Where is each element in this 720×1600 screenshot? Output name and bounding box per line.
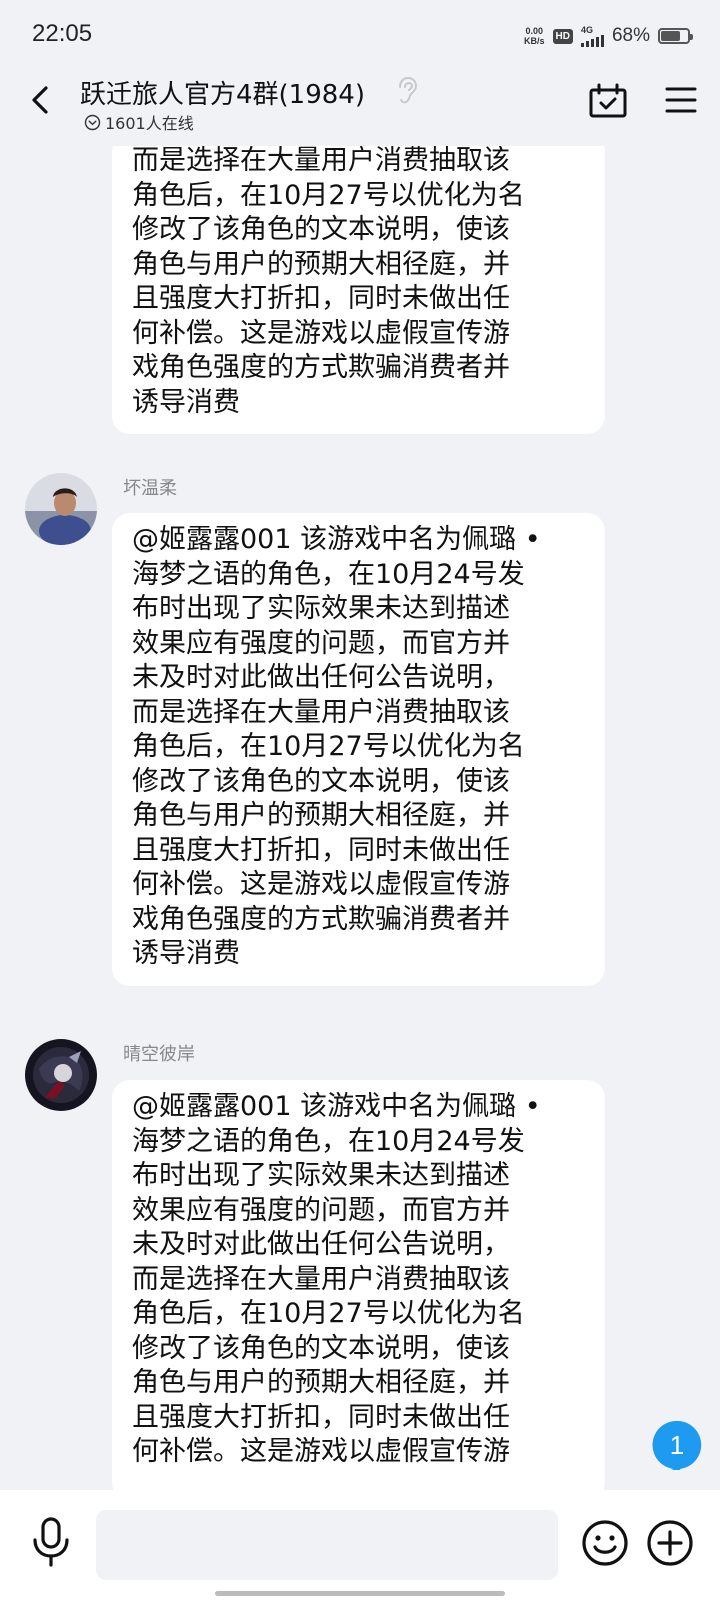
plus-icon — [647, 1520, 693, 1566]
online-text: 1601人在线 — [105, 114, 194, 133]
emoji-button[interactable] — [580, 1518, 630, 1568]
menu-button[interactable] — [664, 84, 698, 116]
battery-percent: 68% — [611, 25, 650, 46]
message-bubble[interactable]: @姬露露001 该游戏中名为佩璐 • 海梦之语的角色，在10月24号发 布时出现… — [112, 513, 605, 986]
avatar[interactable] — [25, 1039, 97, 1111]
unread-badge[interactable]: 1 — [652, 1420, 702, 1473]
unread-count: 1 — [669, 1430, 685, 1460]
chat-header: 跃迁旅人官方4群(1984) 1601人在线 — [0, 70, 720, 146]
hd-icon: HD — [552, 28, 573, 44]
signal-icon: 4G — [580, 24, 604, 47]
more-button[interactable] — [645, 1518, 695, 1568]
voice-button[interactable] — [28, 1516, 74, 1568]
network-speed-unit: KB/s — [524, 36, 545, 46]
check-in-button[interactable] — [588, 82, 628, 120]
status-icons: 0.00 KB/s HD 4G 68% — [524, 22, 693, 50]
user-avatar-image — [25, 473, 97, 545]
home-indicator[interactable] — [215, 1591, 505, 1596]
menu-icon — [665, 87, 697, 113]
sender-name: 晴空彼岸 — [123, 1044, 195, 1065]
battery-icon — [658, 28, 693, 44]
user-avatar-image — [25, 1039, 97, 1111]
message-input[interactable] — [96, 1510, 558, 1580]
message-bubble[interactable]: @姬露露001 该游戏中名为佩璐 • 海梦之语的角色，在10月24号发 布时出现… — [112, 1080, 605, 1490]
message-bubble[interactable]: 而是选择在大量用户消费抽取该 角色后，在10月27号以优化为名 修改了该角色的文… — [112, 146, 605, 434]
online-indicator-icon — [84, 114, 101, 130]
status-bar: 22:05 0.00 KB/s HD 4G 68% — [0, 0, 720, 70]
network-type: 4G — [580, 24, 593, 35]
calendar-check-icon — [589, 83, 627, 118]
microphone-icon — [33, 1517, 69, 1567]
back-button[interactable] — [22, 80, 62, 120]
input-bar — [0, 1490, 720, 1600]
back-arrow-icon — [32, 86, 48, 114]
sender-name: 坏温柔 — [123, 478, 177, 499]
online-count: 1601人在线 — [84, 110, 194, 134]
message-list[interactable]: 而是选择在大量用户消费抽取该 角色后，在10月27号以优化为名 修改了该角色的文… — [0, 146, 720, 1490]
status-time: 22:05 — [32, 20, 93, 47]
group-title[interactable]: 跃迁旅人官方4群(1984) — [80, 74, 365, 111]
ear-icon[interactable] — [393, 76, 419, 106]
network-speed: 0.00 KB/s — [524, 26, 545, 46]
emoji-icon — [582, 1520, 628, 1566]
network-speed-value: 0.00 — [525, 26, 544, 36]
avatar[interactable] — [25, 473, 97, 545]
